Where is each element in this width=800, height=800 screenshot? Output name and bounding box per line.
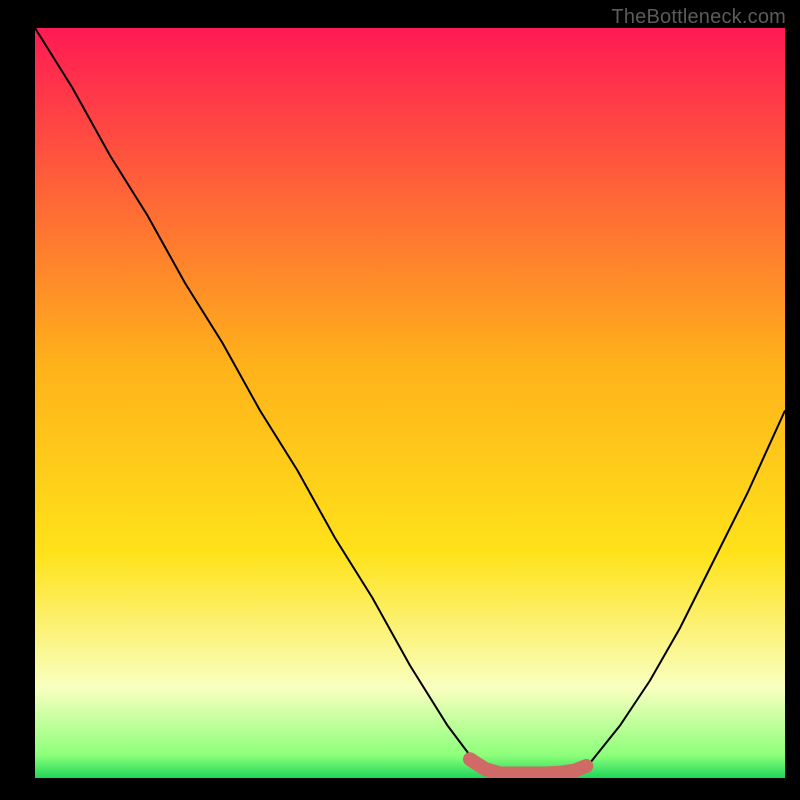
watermark-text: TheBottleneck.com [611, 6, 786, 29]
highlight-series [470, 759, 586, 773]
bottleneck-curve [35, 28, 785, 778]
curve-layer [35, 28, 785, 778]
highlight-end-dot [581, 761, 592, 772]
plot-area [35, 28, 785, 780]
chart-stage: TheBottleneck.com [0, 0, 800, 800]
